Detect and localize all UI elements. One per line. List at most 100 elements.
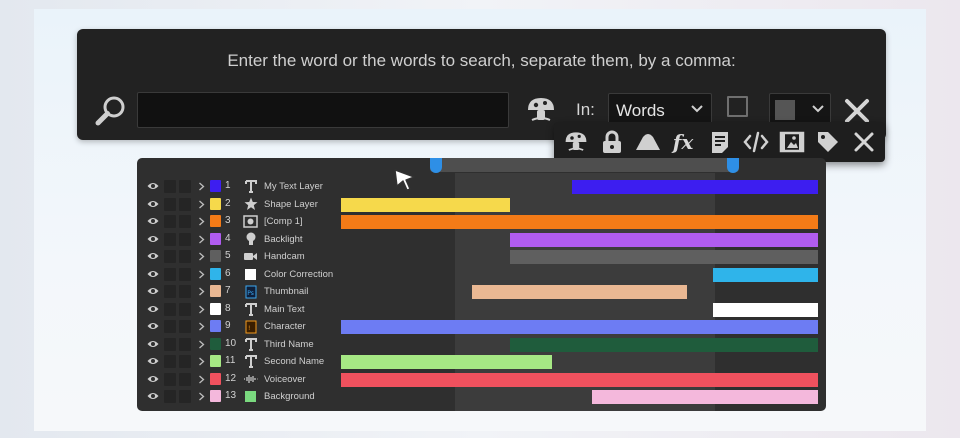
chevron-right-icon[interactable] (198, 392, 205, 401)
layer-duration-bar[interactable] (713, 302, 818, 317)
search-in-close[interactable] (850, 128, 878, 156)
search-in-footage[interactable] (778, 128, 806, 156)
layer-duration-bar[interactable] (472, 285, 687, 299)
eye-icon[interactable] (147, 286, 159, 296)
label-color-chip[interactable] (210, 180, 221, 192)
solo-toggle[interactable] (164, 320, 176, 333)
lock-toggle[interactable] (179, 337, 191, 351)
layer-duration-bar[interactable] (592, 390, 818, 404)
layer-row[interactable]: 12 Voiceover (137, 371, 826, 388)
eye-icon[interactable] (147, 199, 159, 209)
search-in-expressions[interactable] (742, 128, 770, 156)
layer-duration-bar[interactable] (341, 320, 818, 334)
layer-duration-bar[interactable] (510, 250, 818, 264)
label-color-chip[interactable] (210, 197, 221, 210)
lock-toggle[interactable] (179, 215, 191, 228)
eye-icon[interactable] (147, 269, 159, 279)
label-color-chip[interactable] (210, 372, 221, 385)
layer-duration-bar[interactable] (510, 337, 818, 352)
eye-icon[interactable] (147, 181, 159, 191)
chevron-right-icon[interactable] (198, 357, 205, 366)
layer-row[interactable]: 11 Second Name (137, 353, 826, 370)
layer-row[interactable]: 8 Main Text (137, 301, 826, 318)
chevron-right-icon[interactable] (198, 287, 205, 296)
label-color-chip[interactable] (210, 267, 221, 280)
eye-icon[interactable] (147, 391, 159, 401)
chevron-right-icon[interactable] (198, 217, 205, 226)
layer-duration-bar[interactable] (341, 372, 818, 387)
label-color-chip[interactable] (210, 215, 221, 227)
chevron-right-icon[interactable] (198, 375, 205, 384)
lock-toggle[interactable] (179, 267, 191, 281)
layer-row[interactable]: 3 [Comp 1] (137, 213, 826, 230)
solo-toggle[interactable] (164, 285, 176, 298)
solo-toggle[interactable] (164, 302, 176, 316)
layer-duration-bar[interactable] (572, 180, 818, 194)
lock-toggle[interactable] (179, 232, 191, 246)
label-color-chip[interactable] (210, 302, 221, 315)
chevron-right-icon[interactable] (198, 235, 205, 244)
solo-toggle[interactable] (164, 180, 176, 193)
layer-duration-bar[interactable] (713, 267, 818, 282)
search-in-notes[interactable] (706, 128, 734, 156)
solo-toggle[interactable] (164, 390, 176, 403)
label-color-chip[interactable] (210, 285, 221, 297)
lock-toggle[interactable] (179, 372, 191, 386)
label-color-chip[interactable] (210, 232, 221, 245)
chevron-right-icon[interactable] (198, 305, 205, 314)
layer-row[interactable]: 4 Backlight (137, 231, 826, 248)
solo-toggle[interactable] (164, 337, 176, 351)
solo-toggle[interactable] (164, 232, 176, 246)
label-color-chip[interactable] (210, 390, 221, 402)
scrollbar-handle-left[interactable] (430, 158, 442, 173)
eye-icon[interactable] (147, 251, 159, 261)
solo-toggle[interactable] (164, 355, 176, 368)
chevron-right-icon[interactable] (198, 340, 205, 349)
eye-icon[interactable] (147, 356, 159, 366)
chevron-right-icon[interactable] (198, 322, 205, 331)
solo-toggle[interactable] (164, 197, 176, 211)
layer-row[interactable]: 9 ! Character (137, 318, 826, 335)
lock-toggle[interactable] (179, 250, 191, 263)
solo-toggle[interactable] (164, 372, 176, 386)
solo-toggle[interactable] (164, 250, 176, 263)
layer-row[interactable]: 10 Third Name (137, 336, 826, 353)
lock-toggle[interactable] (179, 285, 191, 298)
label-color-chip[interactable] (210, 320, 221, 332)
layer-row[interactable]: 6 Color Correction (137, 266, 826, 283)
lock-toggle[interactable] (179, 302, 191, 316)
layer-row[interactable]: 1 My Text Layer (137, 178, 826, 195)
search-icon[interactable] (94, 94, 128, 128)
eye-icon[interactable] (147, 339, 159, 349)
search-in-mushroom[interactable] (562, 128, 590, 156)
chevron-right-icon[interactable] (198, 252, 205, 261)
layer-duration-bar[interactable] (341, 215, 818, 229)
eye-icon[interactable] (147, 216, 159, 226)
solo-toggle[interactable] (164, 267, 176, 281)
search-input[interactable] (137, 92, 509, 128)
chevron-right-icon[interactable] (198, 200, 205, 209)
label-color-chip[interactable] (210, 250, 221, 262)
eye-icon[interactable] (147, 321, 159, 331)
label-color-chip[interactable] (210, 355, 221, 367)
layer-duration-bar[interactable] (341, 197, 511, 212)
match-case-checkbox[interactable] (727, 96, 748, 117)
chevron-right-icon[interactable] (198, 182, 205, 191)
eye-icon[interactable] (147, 234, 159, 244)
layer-duration-bar[interactable] (341, 355, 552, 369)
search-in-lock[interactable] (598, 128, 626, 156)
layer-row[interactable]: 2 Shape Layer (137, 196, 826, 213)
search-in-shape[interactable] (634, 128, 662, 156)
scrollbar-handle-right[interactable] (727, 158, 739, 173)
eye-icon[interactable] (147, 374, 159, 384)
eye-icon[interactable] (147, 304, 159, 314)
lock-toggle[interactable] (179, 180, 191, 193)
layer-duration-bar[interactable] (510, 232, 818, 247)
lock-toggle[interactable] (179, 197, 191, 211)
lock-toggle[interactable] (179, 355, 191, 368)
search-in-tags[interactable] (814, 128, 842, 156)
layer-row[interactable]: 13 Background (137, 388, 826, 405)
lock-toggle[interactable] (179, 390, 191, 403)
layer-row[interactable]: 7 Ps Thumbnail (137, 283, 826, 300)
lock-toggle[interactable] (179, 320, 191, 333)
